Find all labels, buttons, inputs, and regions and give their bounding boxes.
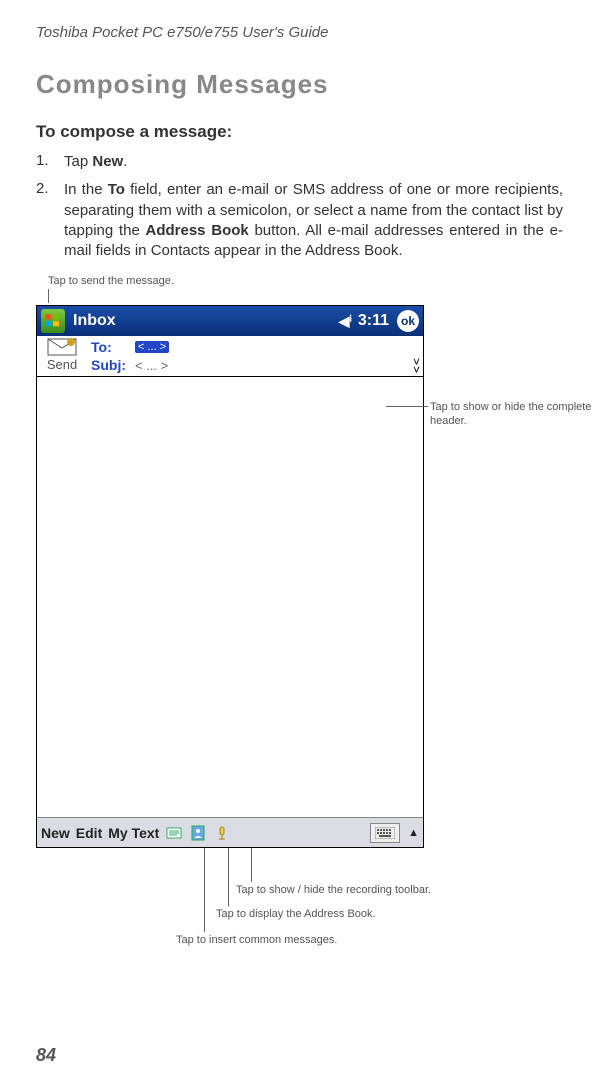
bottom-toolbar: New Edit My Text ▲ [37,817,423,847]
tc-line-ab [228,848,229,906]
to-label: To: [91,339,135,355]
step-1-text: Tap New. [64,152,563,172]
step-2-a: In the [64,181,108,198]
insert-common-icon[interactable] [165,824,183,842]
header-fields: To: < ... > Subj: < ... > [87,336,423,376]
step-2-ab: Address Book [146,222,249,239]
tb-edit[interactable]: Edit [76,825,102,841]
step-2-text: In the To field, enter an e-mail or SMS … [64,180,563,261]
callout-send-line [48,289,49,303]
step-1-bold: New [92,153,123,170]
titlebar: Inbox ◀︎ⁱ 3:11 ok [37,306,423,336]
send-button[interactable]: Send [37,336,87,374]
tc-label-rec: Tap to show / hide the recording toolbar… [236,884,431,896]
tc-label-ab: Tap to display the Address Book. [216,908,376,920]
sip-arrow-icon[interactable]: ▲ [408,827,419,839]
to-field[interactable]: < ... > [135,341,169,353]
step-2-num: 2. [36,180,64,197]
to-row: To: < ... > [91,338,423,356]
tb-new[interactable]: New [41,825,70,841]
recording-toolbar-icon[interactable] [213,824,231,842]
step-1-post: . [123,153,127,170]
ok-button[interactable]: ok [397,310,419,332]
section-title: Composing Messages [36,69,563,100]
window-title: Inbox [73,312,339,330]
step-2-to: To [108,181,125,198]
page-number: 84 [36,1045,56,1066]
expand-header-icon[interactable]: ˅˅ [413,358,419,374]
tb-mytext[interactable]: My Text [108,825,159,841]
address-book-icon[interactable] [189,824,207,842]
subtitle: To compose a message: [36,122,563,142]
callout-header-line [386,406,428,407]
doc-header: Toshiba Pocket PC e750/e755 User's Guide [36,24,563,41]
send-label: Send [47,357,77,372]
step-2: 2. In the To field, enter an e-mail or S… [36,180,563,261]
step-1: 1. Tap New. [36,152,563,172]
step-1-pre: Tap [64,153,92,170]
tc-line-common [204,848,205,932]
speaker-icon[interactable]: ◀︎ⁱ [339,313,352,330]
tc-label-common: Tap to insert common messages. [176,934,337,946]
start-icon[interactable] [41,309,65,333]
toolbar-callouts: Tap to show / hide the recording toolbar… [36,848,424,968]
subj-row: Subj: < ... > [91,356,423,374]
callout-send-label: Tap to send the message. [48,275,563,287]
envelope-icon [47,338,77,356]
clock[interactable]: 3:11 [358,312,389,330]
subj-field[interactable]: < ... > [135,358,168,373]
message-body[interactable] [37,377,423,817]
pocketpc-window: Inbox ◀︎ⁱ 3:11 ok Send To: < ... > Subj:… [36,305,424,848]
sip-keyboard-icon[interactable] [370,823,400,843]
tc-line-rec [251,848,252,882]
subj-label: Subj: [91,357,135,373]
step-1-num: 1. [36,152,64,169]
callout-header-text: Tap to show or hide the complete header. [430,400,599,429]
message-header: Send To: < ... > Subj: < ... > ˅˅ [37,336,423,377]
